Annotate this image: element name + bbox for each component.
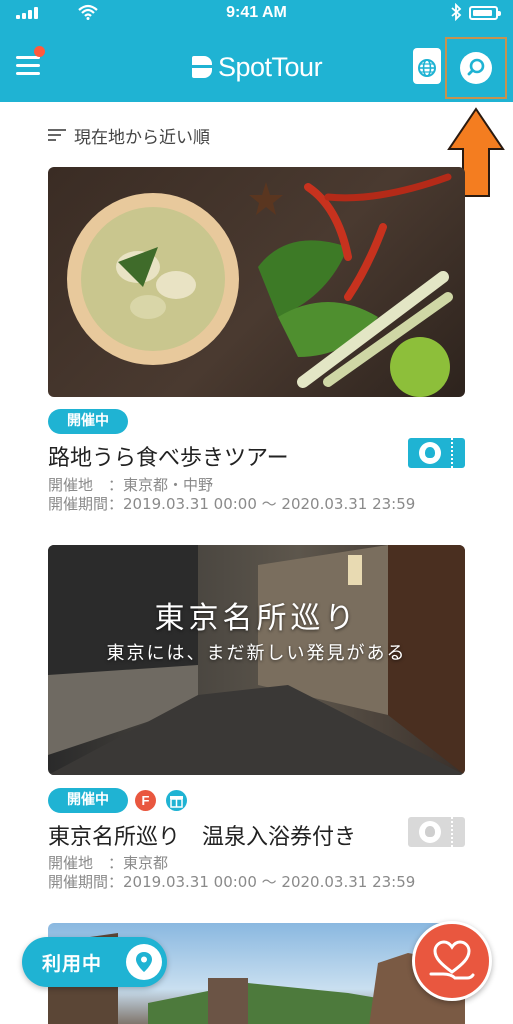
globe-icon xyxy=(418,59,436,77)
in-use-label: 利用中 xyxy=(42,953,103,975)
bluetooth-icon xyxy=(451,3,462,21)
tour-location: 開催地 ：東京都 xyxy=(48,854,169,872)
status-badge: 開催中 xyxy=(48,788,128,813)
search-icon xyxy=(460,52,492,84)
tour-image-food[interactable] xyxy=(48,167,465,397)
notification-dot xyxy=(34,46,45,57)
app-screen: 9:41 AM SpotTour 現在地から近い順 開催中 路地うら食べ歩きツア… xyxy=(0,0,513,1024)
sort-label: 現在地から近い順 xyxy=(74,127,210,148)
passport-globe-button[interactable] xyxy=(413,48,441,84)
gift-icon xyxy=(166,790,187,811)
menu-button[interactable] xyxy=(14,46,45,82)
sort-icon xyxy=(48,128,66,142)
status-badge: 開催中 xyxy=(48,409,128,434)
status-bar: 9:41 AM xyxy=(0,0,513,30)
tour-period: 開催期間：2019.03.31 00:00 〜 2020.03.31 23:59 xyxy=(48,495,416,513)
logo-mark-icon xyxy=(192,56,212,78)
app-logo: SpotTour xyxy=(192,51,323,82)
tour-image-tokyo[interactable]: 東京名所巡り 東京には、まだ新しい発見がある xyxy=(48,545,465,775)
food-photo xyxy=(67,173,453,397)
tour-title[interactable]: 路地うら食べ歩きツアー xyxy=(48,440,289,472)
tour-period: 開催期間：2019.03.31 00:00 〜 2020.03.31 23:59 xyxy=(48,873,416,891)
ticket-icon[interactable] xyxy=(408,438,465,468)
in-use-button[interactable]: 利用中 xyxy=(22,937,167,987)
app-name: SpotTour xyxy=(218,51,323,82)
image-subtitle: 東京には、まだ新しい発見がある xyxy=(106,643,407,664)
tour-title[interactable]: 東京名所巡り 温泉入浴券付き xyxy=(48,819,356,851)
battery-icon xyxy=(469,6,501,20)
f-badge: F xyxy=(135,790,156,811)
map-pin-icon xyxy=(126,944,162,980)
search-button[interactable] xyxy=(445,37,507,99)
image-title: 東京名所巡り xyxy=(154,601,359,636)
status-time: 9:41 AM xyxy=(226,4,287,21)
ticket-icon[interactable] xyxy=(408,817,465,847)
tour-location: 開催地 ：東京都・中野 xyxy=(48,476,214,494)
heart-hand-icon xyxy=(429,940,475,980)
sort-selector[interactable]: 現在地から近い順 xyxy=(48,124,210,148)
app-header: 9:41 AM SpotTour xyxy=(0,0,513,102)
favorite-button[interactable] xyxy=(412,921,492,1001)
